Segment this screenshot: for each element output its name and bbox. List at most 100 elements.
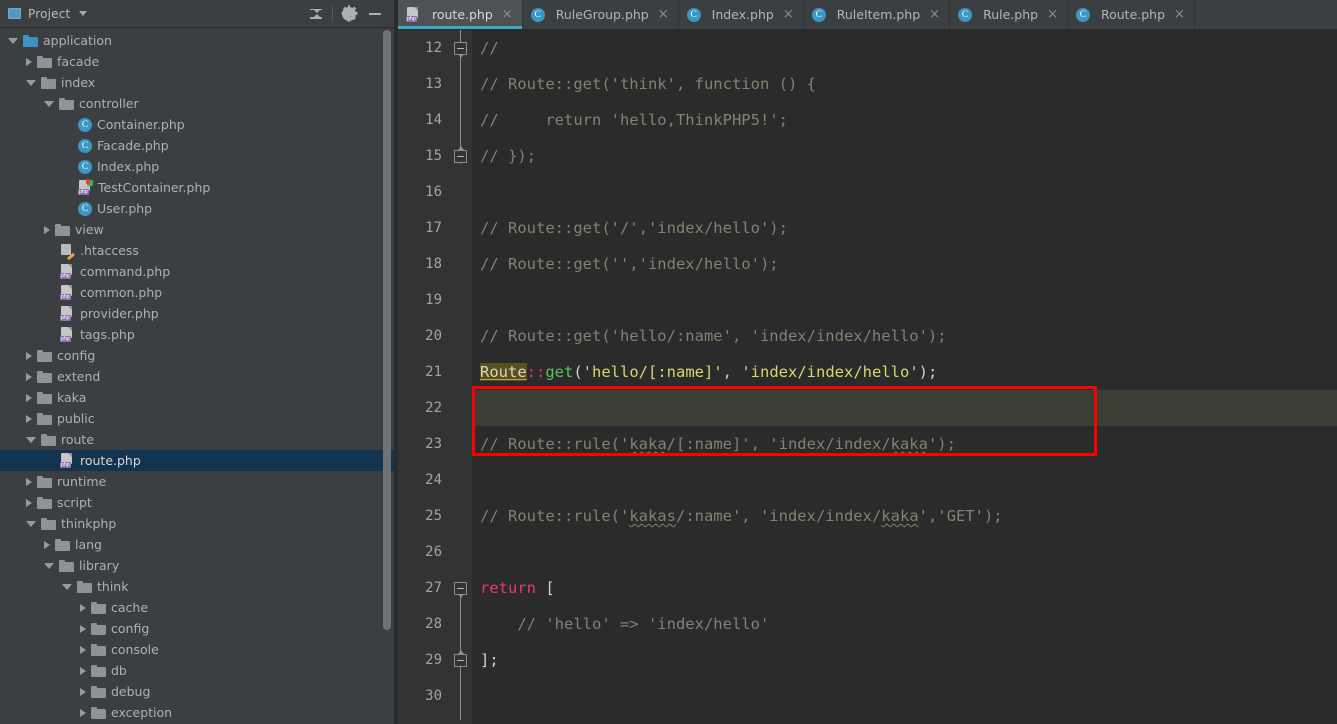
code-line[interactable]: // Route::rule('kaka/[:name]', 'index/in… [472, 426, 1337, 462]
fold-end-icon[interactable] [454, 145, 467, 163]
code-line[interactable] [472, 534, 1337, 570]
tree-item-extend[interactable]: extend [0, 366, 394, 387]
tree-item-lang[interactable]: lang [0, 534, 394, 555]
sidebar-scrollbar[interactable] [383, 30, 391, 722]
tree-item-controller[interactable]: controller [0, 93, 394, 114]
chevron-right-icon[interactable] [26, 57, 32, 66]
editor-tab-route-php[interactable]: php route.php × [398, 0, 523, 29]
code-line[interactable]: // Route::get('think', function () { [472, 66, 1337, 102]
code-line[interactable] [472, 462, 1337, 498]
chevron-down-icon[interactable] [44, 562, 54, 569]
chevron-right-icon[interactable] [80, 708, 86, 717]
chevron-down-icon[interactable] [44, 100, 54, 107]
code-line[interactable]: // Route::get('hello/:name', 'index/inde… [472, 318, 1337, 354]
chevron-right-icon[interactable] [80, 624, 86, 633]
code-line[interactable]: // Route::rule('kakas/:name', 'index/ind… [472, 498, 1337, 534]
chevron-down-icon[interactable] [62, 583, 72, 590]
tree-item-command-php[interactable]: php command.php [0, 261, 394, 282]
settings-button[interactable] [336, 3, 362, 25]
close-icon[interactable]: × [929, 8, 940, 21]
editor-tab-rulegroup-php[interactable]: C RuleGroup.php × [523, 0, 679, 29]
tree-item-index-php[interactable]: C Index.php [0, 156, 394, 177]
editor-tab-route-php[interactable]: C Route.php × [1068, 0, 1195, 29]
tree-item-provider-php[interactable]: php provider.php [0, 303, 394, 324]
chevron-right-icon[interactable] [26, 393, 32, 402]
collapse-all-button[interactable] [303, 3, 329, 25]
tree-item-exception[interactable]: exception [0, 702, 394, 723]
fold-collapse-icon[interactable] [454, 581, 467, 598]
close-icon[interactable]: × [1047, 8, 1058, 21]
tree-item-cache[interactable]: cache [0, 597, 394, 618]
code-line[interactable]: // 'hello' => 'index/hello' [472, 606, 1337, 642]
chevron-right-icon[interactable] [80, 687, 86, 696]
tree-item-index[interactable]: index [0, 72, 394, 93]
chevron-right-icon[interactable] [44, 540, 50, 549]
code-line[interactable]: // return 'hello,ThinkPHP5!'; [472, 102, 1337, 138]
chevron-right-icon[interactable] [80, 603, 86, 612]
code-line[interactable]: // [472, 30, 1337, 66]
tree-item-application[interactable]: application [0, 30, 394, 51]
tree-item-user-php[interactable]: C User.php [0, 198, 394, 219]
minimize-button[interactable] [362, 3, 388, 25]
code-line[interactable]: ]; [472, 642, 1337, 678]
chevron-down-icon[interactable] [79, 11, 88, 16]
chevron-right-icon[interactable] [80, 666, 86, 675]
fold-collapse-icon[interactable] [454, 41, 467, 58]
tree-item-htaccess[interactable]: .htaccess [0, 240, 394, 261]
tree-item-library[interactable]: library [0, 555, 394, 576]
tree-item-db[interactable]: db [0, 660, 394, 681]
code-text-area[interactable]: //// Route::get('think', function () {//… [472, 30, 1337, 724]
tree-item-thinkphp[interactable]: thinkphp [0, 513, 394, 534]
tree-item-config[interactable]: config [0, 345, 394, 366]
code-line[interactable] [472, 282, 1337, 318]
tree-item-console[interactable]: console [0, 639, 394, 660]
tree-item-script[interactable]: script [0, 492, 394, 513]
chevron-right-icon[interactable] [26, 351, 32, 360]
chevron-down-icon[interactable] [26, 436, 36, 443]
tree-item-facade[interactable]: facade [0, 51, 394, 72]
tree-item-common-php[interactable]: php common.php [0, 282, 394, 303]
fold-end-icon[interactable] [454, 649, 467, 667]
close-icon[interactable]: × [658, 8, 669, 21]
chevron-right-icon[interactable] [80, 645, 86, 654]
tree-item-tags-php[interactable]: php tags.php [0, 324, 394, 345]
sidebar-scrollbar-thumb[interactable] [383, 30, 391, 630]
tree-item-debug[interactable]: debug [0, 681, 394, 702]
tree-item-route-php[interactable]: php route.php [0, 450, 394, 471]
code-line[interactable]: Route::get('hello/[:name]', 'index/index… [472, 354, 1337, 390]
project-tree[interactable]: application facade index controller C Contain… [0, 28, 394, 724]
editor-tab-ruleitem-php[interactable]: C RuleItem.php × [804, 0, 951, 29]
editor-tab-rule-php[interactable]: C Rule.php × [950, 0, 1068, 29]
chevron-right-icon[interactable] [26, 477, 32, 486]
tree-item-think[interactable]: think [0, 576, 394, 597]
code-line[interactable]: return [ [472, 570, 1337, 606]
chevron-right-icon[interactable] [44, 225, 50, 234]
close-icon[interactable]: × [1174, 8, 1185, 21]
code-line[interactable]: // Route::get('/','index/hello'); [472, 210, 1337, 246]
tree-item-container-php[interactable]: C Container.php [0, 114, 394, 135]
tree-item-runtime[interactable]: runtime [0, 471, 394, 492]
editor-tab-index-php[interactable]: C Index.php × [679, 0, 804, 29]
chevron-right-icon[interactable] [26, 498, 32, 507]
close-icon[interactable]: × [502, 8, 513, 21]
code-line[interactable]: // }); [472, 138, 1337, 174]
code-line[interactable] [472, 678, 1337, 714]
tree-item-public[interactable]: public [0, 408, 394, 429]
tree-item-kaka[interactable]: kaka [0, 387, 394, 408]
tree-item-config[interactable]: config [0, 618, 394, 639]
tree-item-facade-php[interactable]: C Facade.php [0, 135, 394, 156]
chevron-down-icon[interactable] [8, 37, 18, 44]
tree-item-testcontainer-php[interactable]: php TestContainer.php [0, 177, 394, 198]
tree-item-route[interactable]: route [0, 429, 394, 450]
code-line[interactable] [472, 174, 1337, 210]
editor-tabbar[interactable]: php route.php × C RuleGroup.php × C Index.php × C… [398, 0, 1337, 30]
chevron-right-icon[interactable] [26, 372, 32, 381]
code-line[interactable]: // Route::get('','index/hello'); [472, 246, 1337, 282]
close-icon[interactable]: × [783, 8, 794, 21]
tree-item-view[interactable]: view [0, 219, 394, 240]
project-title-group[interactable]: Project [8, 7, 303, 21]
chevron-down-icon[interactable] [26, 79, 36, 86]
chevron-down-icon[interactable] [26, 520, 36, 527]
code-line[interactable] [472, 390, 1337, 426]
code-folding-gutter[interactable] [450, 30, 472, 724]
